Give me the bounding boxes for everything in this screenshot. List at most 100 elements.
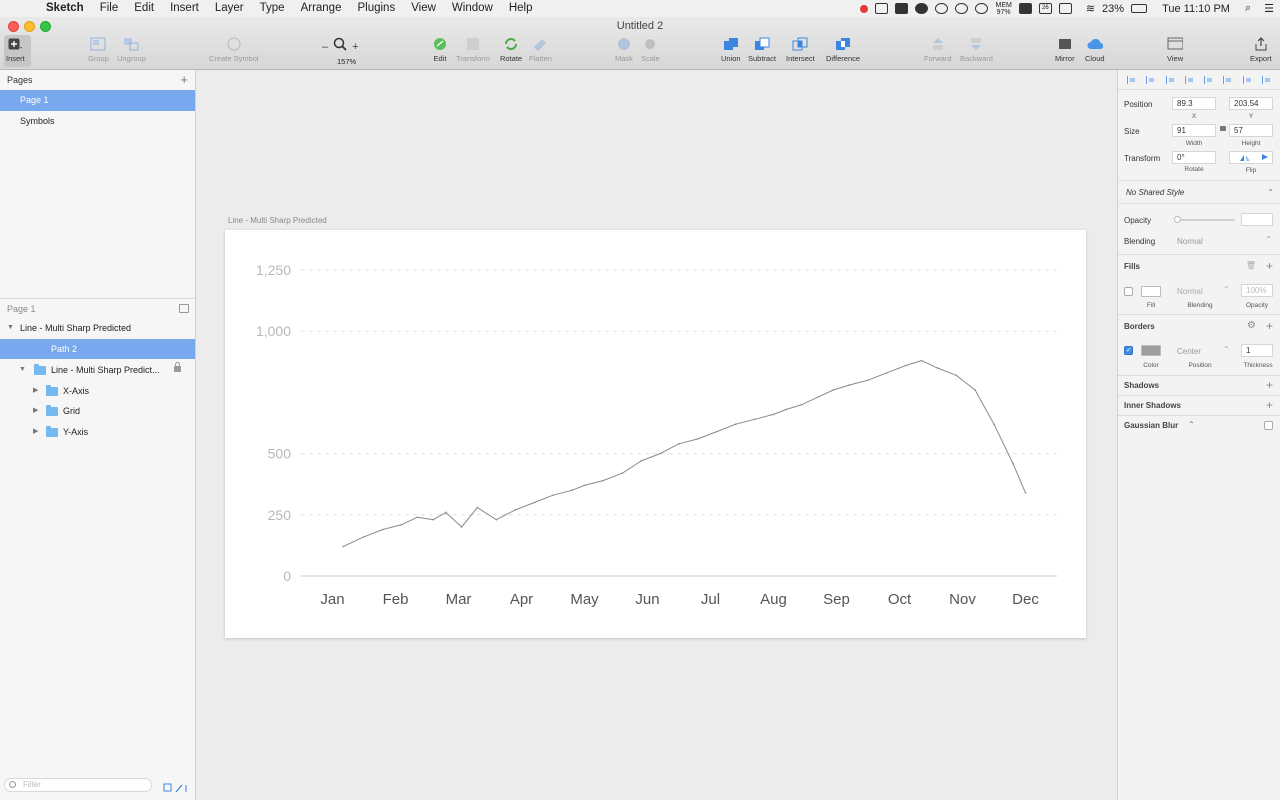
disclosure-expanded-icon[interactable]: ▼ xyxy=(7,318,14,338)
add-shadow-icon[interactable]: + xyxy=(1266,379,1273,391)
disclosure-collapsed-icon[interactable]: ▶ xyxy=(33,422,38,442)
fill-blending-select[interactable]: Normal xyxy=(1177,287,1203,296)
transform-button[interactable]: Transform xyxy=(456,37,490,63)
wifi-icon[interactable]: ≋ xyxy=(1086,2,1095,15)
scale-button[interactable]: Scale xyxy=(641,37,660,63)
border-thickness-field[interactable]: 1 xyxy=(1241,344,1273,357)
help-circle-icon[interactable] xyxy=(935,3,949,14)
menu-type[interactable]: Type xyxy=(252,0,293,17)
export-button[interactable]: Export xyxy=(1250,37,1272,63)
disclosure-collapsed-icon[interactable]: ▶ xyxy=(33,401,38,421)
difference-button[interactable]: Difference xyxy=(826,37,860,63)
align-right-icon[interactable] xyxy=(1165,75,1175,84)
recording-icon[interactable] xyxy=(860,4,869,13)
layer-filter-input[interactable]: Filter xyxy=(4,778,152,792)
page-item-symbols[interactable]: Symbols xyxy=(0,111,195,132)
align-bottom-icon[interactable] xyxy=(1223,75,1232,84)
filter-options-icon[interactable] xyxy=(163,780,191,793)
add-border-icon[interactable]: + xyxy=(1266,320,1273,332)
eye-icon[interactable] xyxy=(975,3,989,14)
menu-insert[interactable]: Insert xyxy=(162,0,207,17)
mask-button[interactable]: Mask xyxy=(615,37,633,63)
y-position-field[interactable]: 203.54 xyxy=(1229,97,1273,110)
skype-icon[interactable] xyxy=(955,3,969,14)
rotate-button[interactable]: Rotate xyxy=(500,37,522,63)
clock[interactable]: Tue 11:10 PM xyxy=(1162,3,1230,15)
dropbox-icon[interactable] xyxy=(895,3,909,14)
add-page-icon[interactable]: + xyxy=(180,73,188,86)
menu-plugins[interactable]: Plugins xyxy=(349,0,403,17)
create-symbol-button[interactable]: Create Symbol xyxy=(209,37,259,63)
chevron-updown-icon[interactable]: ⌃ xyxy=(1188,420,1195,429)
canvas[interactable]: Line - Multi Sharp Predicted 0 250 500 1,00… xyxy=(196,70,1117,800)
fill-enabled-checkbox[interactable] xyxy=(1124,287,1133,296)
intersect-button[interactable]: Intersect xyxy=(786,37,815,63)
menu-app-sketch[interactable]: Sketch xyxy=(41,0,92,17)
layer-path[interactable]: Path 2 xyxy=(0,339,195,359)
layer-x-axis[interactable]: ▶ X-Axis xyxy=(0,381,195,401)
zoom-out-button[interactable]: – xyxy=(322,41,328,53)
fill-color-swatch[interactable] xyxy=(1141,286,1161,297)
flip-buttons[interactable] xyxy=(1229,151,1273,164)
evernote-icon[interactable] xyxy=(1018,3,1032,14)
lock-icon[interactable] xyxy=(174,362,181,372)
union-button[interactable]: Union xyxy=(721,37,741,63)
opacity-slider[interactable] xyxy=(1177,219,1235,221)
x-position-field[interactable]: 89.3 xyxy=(1172,97,1216,110)
layer-artboard[interactable]: ▼ Line - Multi Sharp Predicted xyxy=(0,318,195,338)
forward-button[interactable]: Forward xyxy=(924,37,952,63)
add-inner-shadow-icon[interactable]: + xyxy=(1266,399,1273,411)
mirror-button[interactable]: Mirror xyxy=(1055,37,1075,63)
disclosure-collapsed-icon[interactable]: ▶ xyxy=(33,381,38,401)
cloud-sync-icon[interactable] xyxy=(915,3,929,14)
subtract-button[interactable]: Subtract xyxy=(748,37,776,63)
spotlight-search-icon[interactable]: ⌕ xyxy=(1245,2,1251,15)
artboard-title[interactable]: Line - Multi Sharp Predicted xyxy=(228,216,327,225)
menu-help[interactable]: Help xyxy=(501,0,541,17)
distribute-v-icon[interactable] xyxy=(1261,75,1271,84)
backward-button[interactable]: Backward xyxy=(960,37,993,63)
align-left-icon[interactable] xyxy=(1127,75,1136,84)
gaussian-blur-checkbox[interactable] xyxy=(1264,421,1273,430)
lock-proportions-icon[interactable] xyxy=(1220,126,1226,131)
zoom-magnifier-icon[interactable] xyxy=(333,37,347,56)
layer-group[interactable]: ▼ Line - Multi Sharp Predict... xyxy=(0,360,195,380)
insert-button[interactable]: Insert xyxy=(6,37,25,63)
menu-file[interactable]: File xyxy=(92,0,127,17)
menu-window[interactable]: Window xyxy=(444,0,501,17)
align-top-icon[interactable] xyxy=(1184,75,1194,84)
align-middle-icon[interactable] xyxy=(1204,75,1213,84)
flatten-button[interactable]: Flatten xyxy=(529,37,552,63)
menu-view[interactable]: View xyxy=(403,0,444,17)
opacity-slider-knob[interactable] xyxy=(1174,216,1181,223)
distribute-h-icon[interactable] xyxy=(1242,75,1252,84)
zoom-level[interactable]: 157% xyxy=(337,57,356,66)
height-field[interactable]: 57 xyxy=(1229,124,1273,137)
blending-select[interactable]: Normal xyxy=(1177,237,1203,246)
rotate-field[interactable]: 0° xyxy=(1172,151,1216,164)
zoom-in-button[interactable]: + xyxy=(352,41,358,53)
edit-button[interactable]: Edit xyxy=(432,37,448,63)
page-item-page-1[interactable]: Page 1 xyxy=(0,90,195,111)
gaussian-blur-title[interactable]: Gaussian Blur xyxy=(1124,421,1178,430)
border-position-select[interactable]: Center xyxy=(1177,347,1201,356)
menu-layer[interactable]: Layer xyxy=(207,0,252,17)
airplay-icon[interactable] xyxy=(1058,3,1072,14)
panel-divider[interactable] xyxy=(0,298,195,299)
battery-icon[interactable] xyxy=(1131,4,1148,13)
view-button[interactable]: View xyxy=(1167,37,1183,63)
ungroup-button[interactable]: Ungroup xyxy=(117,37,146,63)
width-field[interactable]: 91 xyxy=(1172,124,1216,137)
border-color-swatch[interactable] xyxy=(1141,345,1161,356)
align-center-h-icon[interactable] xyxy=(1146,75,1155,84)
cloud-button[interactable]: Cloud xyxy=(1085,37,1105,63)
collapse-layers-icon[interactable] xyxy=(179,304,189,313)
notification-center-icon[interactable]: ☰ xyxy=(1264,2,1274,15)
fill-opacity-field[interactable]: 100% xyxy=(1241,284,1273,297)
menu-arrange[interactable]: Arrange xyxy=(293,0,350,17)
layer-grid[interactable]: ▶ Grid xyxy=(0,401,195,421)
group-button[interactable]: Group xyxy=(88,37,109,63)
trash-icon[interactable]: 🗑 xyxy=(1246,261,1256,270)
border-enabled-checkbox[interactable] xyxy=(1124,346,1133,355)
artboard[interactable]: 0 250 500 1,000 1,250 Jan Feb Mar Apr May Jun Jul Au… xyxy=(225,230,1086,638)
